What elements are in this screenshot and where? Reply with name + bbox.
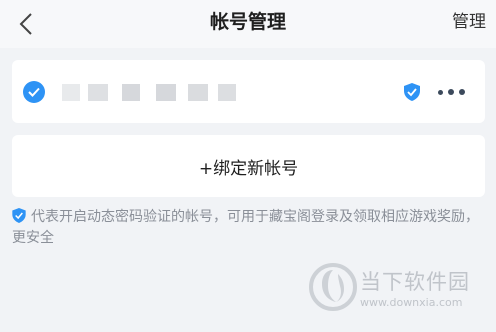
- watermark: 当下软件园 www.downxia.com: [308, 262, 483, 322]
- check-icon: [23, 81, 45, 103]
- more-options-icon[interactable]: [438, 88, 468, 96]
- security-notice: 代表开启动态密码验证的帐号，可用于藏宝阁登录及领取相应游戏奖励，更安全: [12, 207, 482, 249]
- watermark-name: 当下软件园: [360, 270, 470, 294]
- manage-button[interactable]: 管理: [452, 0, 486, 44]
- shield-icon: [404, 83, 420, 101]
- bind-new-account-label: +绑定新帐号: [198, 158, 299, 179]
- masked-account-name: [58, 84, 238, 101]
- account-card[interactable]: [12, 60, 485, 123]
- bind-new-account-button[interactable]: +绑定新帐号: [12, 135, 485, 197]
- security-notice-text: 代表开启动态密码验证的帐号，可用于藏宝阁登录及领取相应游戏奖励，更安全: [12, 209, 479, 246]
- watermark-logo-icon: [308, 262, 358, 312]
- shield-icon: [12, 208, 26, 223]
- page-title: 帐号管理: [209, 11, 286, 33]
- navigation-bar: 帐号管理 管理: [0, 0, 496, 48]
- watermark-url: www.downxia.com: [360, 296, 463, 309]
